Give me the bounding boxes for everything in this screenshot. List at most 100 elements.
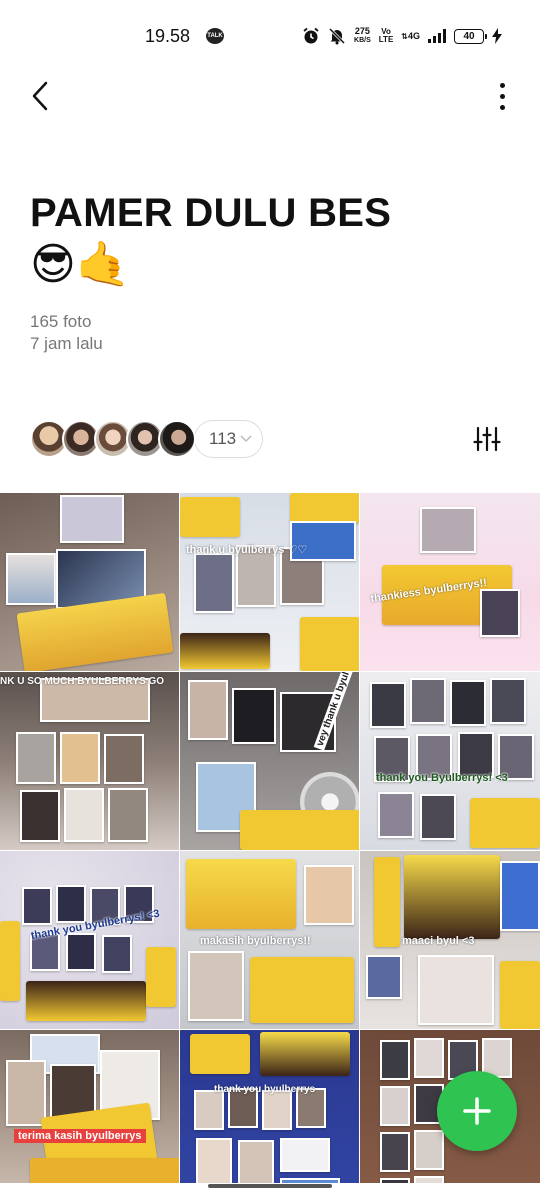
- photocard-image: [232, 688, 276, 744]
- photocard-image: [414, 1038, 444, 1078]
- add-photo-button[interactable]: [437, 1071, 517, 1151]
- photo-thumbnail[interactable]: thank you byulberrys: [180, 1030, 359, 1183]
- snack-pack: [290, 493, 359, 523]
- snack-pack: [180, 497, 240, 537]
- photo-thumbnail[interactable]: makasih byulberrys!!: [180, 851, 359, 1029]
- photocard-image: [20, 790, 60, 842]
- network-label: 4G: [407, 31, 420, 41]
- mute-icon: [328, 27, 346, 45]
- snack-pack: [250, 957, 354, 1023]
- photocard-image: [418, 955, 494, 1025]
- photo-thumbnail[interactable]: [0, 493, 179, 671]
- photo-thumbnail[interactable]: thankiess byulberrys!!: [360, 493, 540, 671]
- alarm-icon: [303, 27, 319, 44]
- photo-caption: thank you byulberrys: [214, 1084, 316, 1095]
- snack-pack: [30, 1158, 179, 1183]
- album-title-emoji: 😎🤙: [30, 240, 131, 289]
- photocard-image: [188, 951, 244, 1021]
- photocard-image: [102, 935, 132, 973]
- snack-pack: [240, 810, 359, 850]
- snack-pack: [374, 857, 400, 947]
- updated-time: 7 jam lalu: [30, 334, 103, 353]
- snack-pack: [260, 1032, 350, 1076]
- sliders-icon: [473, 426, 501, 452]
- photocard-image: [238, 1140, 274, 1183]
- photocard-image: [378, 792, 414, 838]
- photocard-image: [194, 1090, 224, 1130]
- photocard-image: [370, 682, 406, 728]
- photocard-image: [420, 794, 456, 840]
- photocard-image: [380, 1040, 410, 1080]
- photocard-image: [16, 732, 56, 784]
- filter-button[interactable]: [472, 424, 502, 454]
- photocard-image: [380, 1132, 410, 1172]
- snack-pack: [186, 859, 296, 929]
- photocard-image: [194, 553, 234, 613]
- plus-icon: [463, 1097, 491, 1125]
- back-button[interactable]: [22, 76, 58, 116]
- photocard-image: [104, 734, 144, 784]
- snack-pack: [404, 855, 500, 939]
- photocard-image: [490, 678, 526, 724]
- snack-pack: [190, 1034, 250, 1074]
- photocard-image: [188, 680, 228, 740]
- battery-level: 40: [463, 30, 475, 42]
- status-icons: 275 KB/S Vo LTE ⇅4G 40: [302, 24, 502, 48]
- photo-caption: makasih byulberrys!!: [200, 935, 311, 947]
- more-vertical-icon-dot: [499, 93, 505, 99]
- home-indicator[interactable]: [208, 1184, 332, 1188]
- member-count-button[interactable]: 113: [194, 420, 264, 458]
- speed-unit: KB/S: [354, 37, 371, 44]
- photo-thumbnail[interactable]: thank you byulberrys! <3: [0, 851, 179, 1029]
- photo-caption: terima kasih byulberrys: [14, 1129, 146, 1143]
- photocard-image: [108, 788, 148, 842]
- battery-icon: 40: [454, 28, 487, 44]
- photo-thumbnail[interactable]: thank you Byulberrys! <3: [360, 672, 540, 850]
- signal-icon: [428, 29, 446, 43]
- talk-notification-icon: TALK: [206, 28, 224, 44]
- member-avatars[interactable]: 113: [30, 418, 264, 460]
- photo-caption: thank u byulberrys ♡♡: [186, 544, 308, 556]
- photocard-image: [414, 1130, 444, 1170]
- snack-pack: [300, 617, 359, 671]
- status-time: 19.58: [145, 26, 191, 46]
- volte-bottom: LTE: [378, 35, 394, 44]
- photocard-image: [480, 589, 520, 637]
- photocard-image: [60, 495, 124, 543]
- more-options-button[interactable]: [490, 80, 514, 112]
- photocard-image: [380, 1086, 410, 1126]
- status-bar: 19.58 TALK 275 KB/S Vo LTE ⇅4G 40: [0, 0, 540, 72]
- photocard-image: [500, 861, 540, 931]
- photo-thumbnail[interactable]: terima kasih byulberrys: [0, 1030, 179, 1183]
- photo-thumbnail[interactable]: vey thank u byul!: [180, 672, 359, 850]
- snack-pack: [470, 798, 540, 848]
- snack-pack: [500, 961, 540, 1029]
- photocard-image: [262, 1090, 292, 1130]
- photocard-image: [304, 865, 354, 925]
- snack-pack: [0, 921, 20, 1001]
- avatar[interactable]: [158, 420, 196, 458]
- photocard-image: [66, 933, 96, 971]
- member-count-label: 113: [209, 429, 237, 448]
- network-speed: 275 KB/S: [354, 27, 371, 45]
- speed-value: 275: [354, 26, 370, 36]
- photo-caption: thank you Byulberrys! <3: [376, 772, 508, 784]
- photocard-image: [380, 1178, 410, 1183]
- photocard-image: [60, 732, 100, 784]
- network-type: ⇅4G: [401, 31, 420, 41]
- volte-indicator: Vo LTE: [379, 28, 394, 44]
- photocard-image: [420, 507, 476, 553]
- photocard-image: [414, 1176, 444, 1183]
- photo-thumbnail[interactable]: NK U SO MUCH BYULBERRYS GO: [0, 672, 179, 850]
- photocard-image: [64, 788, 104, 842]
- photocard-image: [56, 885, 86, 923]
- photo-caption: NK U SO MUCH BYULBERRYS GO: [0, 676, 165, 687]
- photo-thumbnail[interactable]: maaci byul <3: [360, 851, 540, 1029]
- photo-thumbnail[interactable]: thank u byulberrys ♡♡: [180, 493, 359, 671]
- photocard-image: [6, 553, 56, 605]
- photo-count: 165 foto: [30, 312, 92, 331]
- photocard-image: [410, 678, 446, 724]
- photocard-image: [280, 1138, 330, 1172]
- photocard-image: [366, 955, 402, 999]
- snack-pack: [146, 947, 176, 1007]
